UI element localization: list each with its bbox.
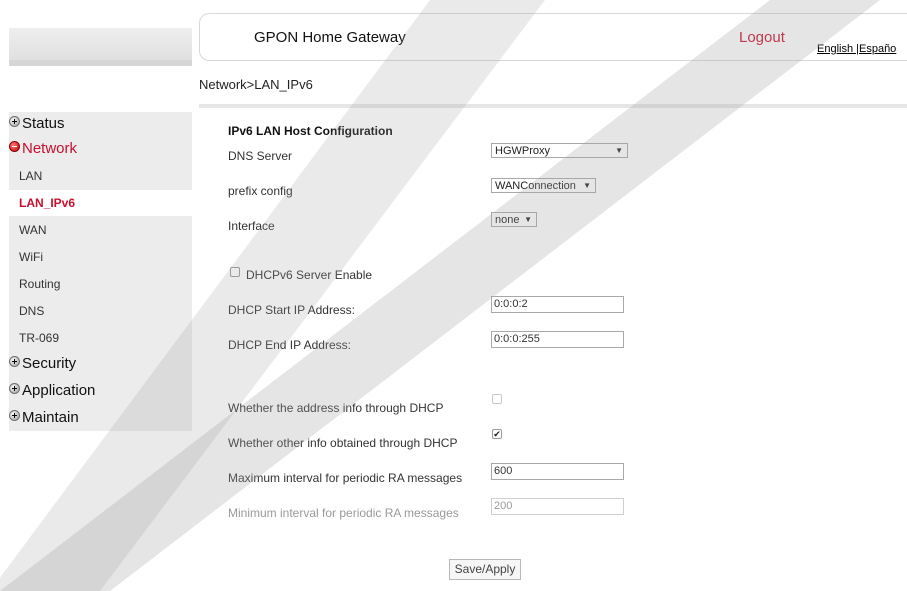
nav-group-status[interactable]: Status (9, 112, 65, 136)
nav-group-network[interactable]: Network (9, 137, 77, 161)
prefix-config-value: WANConnection (495, 180, 576, 192)
sidebar-item-wifi[interactable]: WiFi (9, 244, 192, 270)
prefix-config-label: prefix config (228, 184, 293, 198)
nav-group-label: Status (22, 115, 65, 132)
sidebar-item-tr069[interactable]: TR-069 (9, 325, 192, 351)
nav-group-label: Network (22, 140, 78, 157)
dhcpv6-enable-label: DHCPv6 Server Enable (246, 268, 373, 282)
interface-value: none (495, 214, 520, 226)
nav-group-maintain[interactable]: Maintain (9, 406, 79, 430)
dropdown-arrow-icon: ▼ (615, 146, 623, 155)
addr-info-dhcp-label: Whether the address info through DHCP (228, 401, 444, 415)
dropdown-arrow-icon: ▼ (583, 181, 591, 190)
dhcpv6-enable-checkbox[interactable] (230, 267, 240, 277)
sidebar-item-lan-ipv6[interactable]: LAN_IPv6 (9, 190, 192, 216)
dhcp-start-input[interactable]: 0:0:0:2 (491, 296, 624, 313)
divider (199, 104, 907, 108)
max-ra-input[interactable]: 600 (491, 463, 624, 480)
other-info-dhcp-checkbox[interactable]: ✔ (492, 429, 502, 439)
nav-group-label: Security (22, 355, 77, 372)
expand-icon (9, 355, 20, 367)
language-links[interactable]: English |Españo (817, 43, 896, 55)
dhcp-end-label: DHCP End IP Address: (228, 338, 351, 352)
nav-group-label: Maintain (22, 409, 79, 426)
nav-group-security[interactable]: Security (9, 352, 76, 376)
expand-icon (9, 382, 20, 394)
addr-info-dhcp-checkbox[interactable] (492, 394, 502, 404)
dns-server-select[interactable]: HGWProxy ▼ (491, 143, 628, 158)
breadcrumb: Network>LAN_IPv6 (199, 77, 313, 92)
prefix-config-select[interactable]: WANConnection ▼ (491, 178, 596, 193)
app-title: GPON Home Gateway (254, 29, 406, 46)
nav-group-application[interactable]: Application (9, 379, 95, 403)
interface-select[interactable]: none ▼ (491, 212, 537, 227)
sidebar-item-wan[interactable]: WAN (9, 217, 192, 243)
logout-link[interactable]: Logout (739, 29, 785, 46)
max-ra-label: Maximum interval for periodic RA message… (228, 471, 463, 485)
save-apply-button[interactable]: Save/Apply (449, 559, 521, 580)
dhcp-end-input[interactable]: 0:0:0:255 (491, 331, 624, 348)
min-ra-label: Minimum interval for periodic RA message… (228, 506, 459, 520)
dhcp-start-label: DHCP Start IP Address: (228, 303, 355, 317)
expand-icon (9, 409, 20, 421)
sidebar-item-dns[interactable]: DNS (9, 298, 192, 324)
dns-server-label: DNS Server (228, 149, 293, 163)
sidebar-header-bar (9, 28, 192, 66)
min-ra-input[interactable]: 200 (491, 498, 624, 515)
collapse-icon (9, 140, 20, 152)
language-link-text[interactable]: English |Españo (817, 43, 896, 55)
dropdown-arrow-icon: ▼ (524, 215, 532, 224)
other-info-dhcp-label: Whether other info obtained through DHCP (228, 436, 458, 450)
nav-group-label: Application (22, 382, 96, 399)
expand-icon (9, 115, 20, 127)
sidebar-item-routing[interactable]: Routing (9, 271, 192, 297)
section-title: IPv6 LAN Host Configuration (228, 124, 393, 138)
interface-label: Interface (228, 219, 275, 233)
dns-server-value: HGWProxy (495, 145, 550, 157)
sidebar-item-lan[interactable]: LAN (9, 163, 192, 189)
sidebar: Status Network LAN LAN_IPv6 WAN WiFi Rou… (9, 112, 192, 431)
